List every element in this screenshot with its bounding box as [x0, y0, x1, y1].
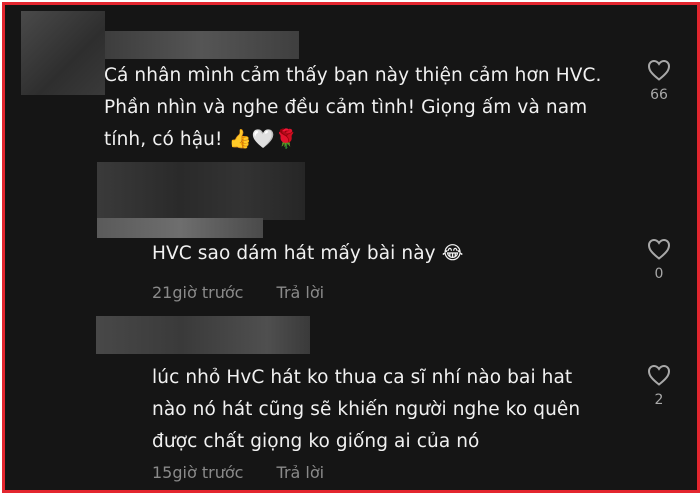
- comment-line: Phần nhìn và nghe đều cảm tình! Giọng ấm…: [104, 97, 588, 118]
- reply-meta: 15giờ trước Trả lời: [152, 463, 352, 482]
- comment-line: Cá nhân mình cảm thấy bạn này thiện cảm …: [104, 65, 602, 86]
- comment-text: Cá nhân mình cảm thấy bạn này thiện cảm …: [104, 60, 601, 156]
- username-blurred: [105, 31, 299, 59]
- comment-line: lúc nhỏ HvC hát ko thua ca sĩ nhí nào ba…: [152, 367, 573, 388]
- timestamp: 15giờ trước: [152, 463, 244, 482]
- comment-line: tính, có hậu! 👍🤍🌹: [104, 129, 298, 150]
- heart-icon: [647, 238, 671, 260]
- like-count: 2: [654, 392, 664, 408]
- like-button[interactable]: 2: [639, 364, 679, 408]
- comments-panel: Cá nhân mình cảm thấy bạn này thiện cảm …: [2, 2, 700, 493]
- username-blurred: [97, 218, 263, 238]
- reply-link[interactable]: Trả lời: [277, 283, 325, 302]
- heart-icon: [647, 59, 671, 81]
- timestamp: 21giờ trước: [152, 283, 244, 302]
- avatar-blurred: [97, 162, 305, 220]
- like-button[interactable]: 66: [639, 59, 679, 103]
- reply-meta: 21giờ trước Trả lời: [152, 283, 352, 302]
- like-count: 66: [650, 87, 668, 103]
- like-button[interactable]: 0: [639, 238, 679, 282]
- avatar-blurred: [21, 11, 105, 95]
- like-count: 0: [654, 266, 664, 282]
- comment-line: được chất giọng ko giống ai của nó: [152, 431, 480, 452]
- comment-line: nào nó hát cũng sẽ khiến người nghe ko q…: [152, 399, 581, 420]
- heart-icon: [647, 364, 671, 386]
- comment-line: HVC sao dám hát mấy bài này 😂: [152, 243, 464, 264]
- reply-text: lúc nhỏ HvC hát ko thua ca sĩ nhí nào ba…: [152, 362, 580, 458]
- avatar-blurred: [96, 316, 310, 354]
- reply-text: HVC sao dám hát mấy bài này 😂: [152, 238, 463, 270]
- reply-link[interactable]: Trả lời: [277, 463, 325, 482]
